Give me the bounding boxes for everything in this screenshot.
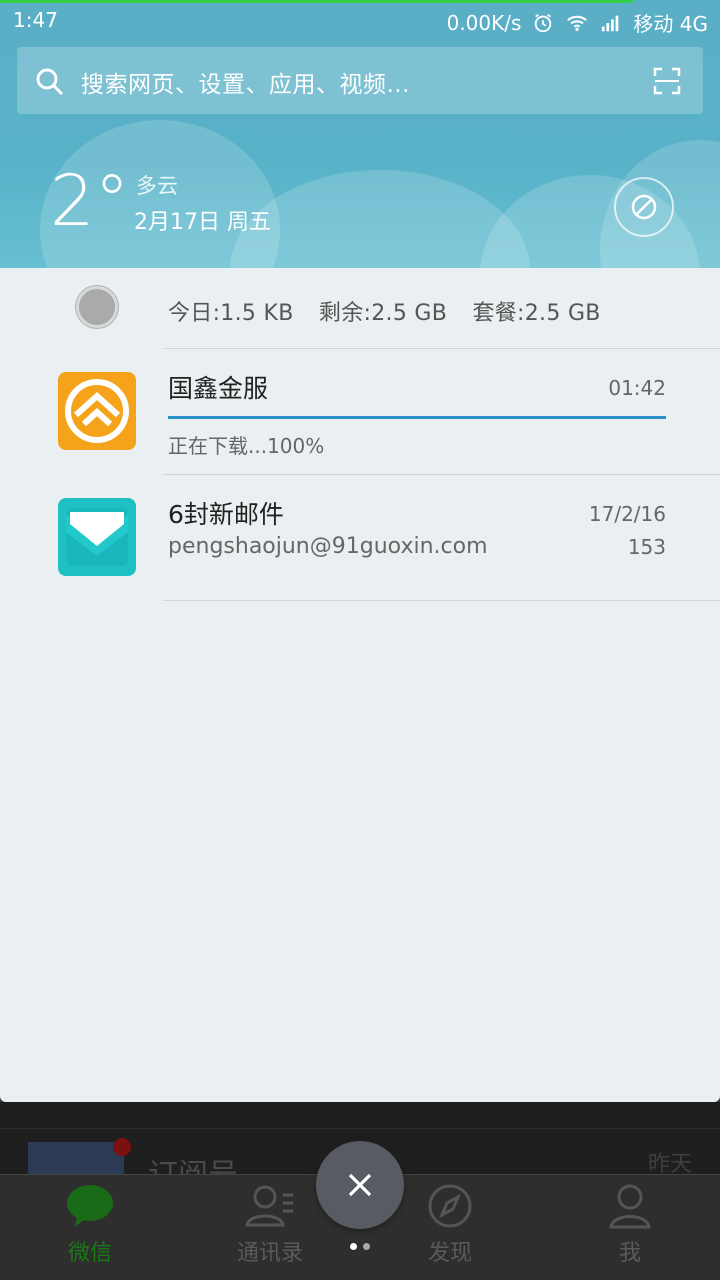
data-usage-row[interactable]: 今日:1.5 KB 剩余:2.5 GB 套餐:2.5 GB — [0, 268, 720, 348]
page-dot — [363, 1243, 370, 1250]
weather-date: 2月17日 周五 — [134, 210, 271, 235]
download-notification[interactable]: 国鑫金服 01:42 正在下载...100% — [0, 349, 720, 474]
mail-app-icon — [58, 498, 136, 576]
tab-label: 发现 — [427, 1241, 472, 1266]
guoxin-app-icon — [58, 372, 136, 450]
data-remaining: 剩余:2.5 GB — [318, 301, 448, 326]
signal-icon — [602, 15, 619, 31]
scan-icon[interactable] — [653, 67, 681, 95]
data-usage-text: 今日:1.5 KB 剩余:2.5 GB 套餐:2.5 GB — [168, 295, 619, 327]
weather-header: 1:47 0.00K/s 移动 4G 搜索网页、设置、应用、视频... 2° 多… — [0, 0, 720, 272]
tab-me[interactable]: 我 — [570, 1183, 690, 1267]
status-bar: 1:47 0.00K/s 移动 4G — [0, 4, 720, 40]
download-progress-bar — [168, 416, 666, 419]
weather-condition: 多云 — [136, 174, 178, 198]
tab-label: 我 — [618, 1241, 641, 1266]
compass-icon — [428, 1184, 472, 1228]
divider — [0, 1128, 720, 1129]
tab-discover[interactable]: 发现 — [390, 1183, 510, 1267]
temperature: 2° — [50, 160, 130, 242]
top-progress-strip — [0, 0, 633, 3]
mail-sender: pengshaojun@91guoxin.com — [168, 534, 488, 559]
data-today: 今日:1.5 KB — [168, 301, 294, 326]
block-notifications-button[interactable] — [614, 177, 674, 237]
search-placeholder[interactable]: 搜索网页、设置、应用、视频... — [81, 65, 410, 99]
divider — [163, 600, 720, 601]
block-icon — [631, 194, 657, 220]
notification-title: 国鑫金服 — [168, 374, 269, 403]
tab-label: 微信 — [67, 1241, 112, 1266]
network-speed: 0.00K/s — [446, 10, 522, 35]
search-bar[interactable]: 搜索网页、设置、应用、视频... — [17, 47, 703, 114]
page-dot-active — [350, 1243, 357, 1250]
notification-time: 01:42 — [608, 376, 666, 400]
notification-title: 6封新邮件 — [168, 500, 284, 529]
data-usage-icon — [76, 286, 118, 328]
person-icon — [609, 1184, 651, 1229]
data-plan: 套餐:2.5 GB — [472, 301, 601, 326]
search-icon — [36, 68, 64, 96]
notification-time: 17/2/16 — [588, 502, 666, 526]
mail-count: 153 — [627, 535, 666, 559]
close-icon — [348, 1173, 372, 1197]
wifi-icon — [567, 15, 588, 31]
tab-chats[interactable]: 微信 — [30, 1183, 150, 1267]
download-progress-fill — [168, 416, 666, 419]
mail-notification[interactable]: 6封新邮件 17/2/16 pengshaojun@91guoxin.com 1… — [0, 475, 720, 600]
tab-label: 通讯录 — [236, 1241, 303, 1266]
download-status: 正在下载...100% — [168, 434, 325, 458]
alarm-icon — [535, 13, 552, 32]
tab-contacts[interactable]: 通讯录 — [210, 1183, 330, 1267]
unread-badge — [113, 1138, 131, 1156]
page-indicator — [350, 1243, 370, 1250]
status-time: 1:47 — [13, 8, 58, 32]
chat-bubble-icon — [67, 1185, 113, 1227]
clear-notifications-button[interactable] — [316, 1141, 404, 1229]
notification-panel: 今日:1.5 KB 剩余:2.5 GB 套餐:2.5 GB 国鑫金服 01:42… — [0, 268, 720, 1102]
contacts-icon — [245, 1185, 293, 1227]
carrier-label: 移动 4G — [633, 12, 708, 36]
